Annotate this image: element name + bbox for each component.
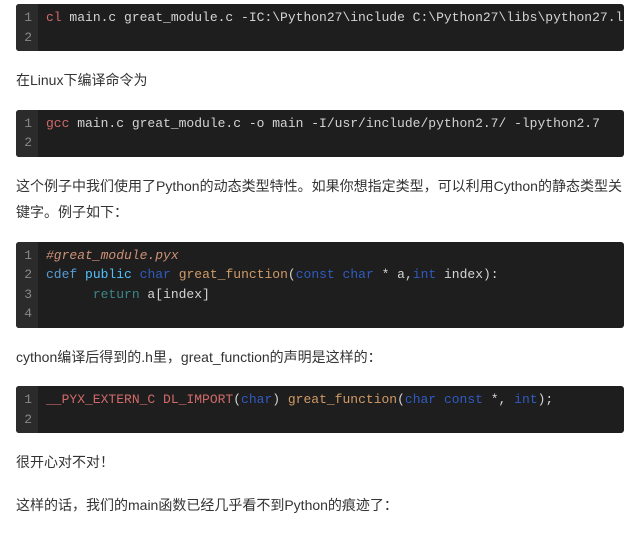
line-number: 2 [20,28,32,48]
comment-token: #great_module.pyx [46,248,179,263]
paragraph: 很开心对不对！ [16,449,624,476]
keyword-token: public [85,267,132,282]
gutter: 1234 [16,242,38,328]
args-token: main.c great_module.c -o main -I/usr/inc… [69,116,600,131]
code-block-gcc: 12 gcc main.c great_module.c -o main -I/… [16,110,624,157]
keyword-token: const [296,267,335,282]
code-content: #great_module.pyx cdef public char great… [38,242,624,328]
code-content: gcc main.c great_module.c -o main -I/usr… [38,110,624,157]
paragraph: cython编译后得到的.h里，great_function的声明是这样的： [16,344,624,371]
gutter: 12 [16,4,38,51]
type-token: char [140,267,171,282]
command-token: cl [46,10,62,25]
command-token: gcc [46,116,69,131]
code-block-cl: 12 cl main.c great_module.c -IC:\Python2… [16,4,624,51]
keyword-token: const [444,392,483,407]
line-number: 2 [20,133,32,153]
macro-token: __PYX_EXTERN_C DL_IMPORT [46,392,233,407]
keyword-token: cdef [46,267,77,282]
gutter: 12 [16,386,38,433]
func-token: great_function [179,267,288,282]
type-token: int [413,267,436,282]
gutter: 12 [16,110,38,157]
line-number: 4 [20,304,32,324]
line-number: 1 [20,390,32,410]
line-number: 2 [20,265,32,285]
line-number: 1 [20,8,32,28]
type-token: char [343,267,374,282]
code-block-header: 12 __PYX_EXTERN_C DL_IMPORT(char) great_… [16,386,624,433]
type-token: char [405,392,436,407]
line-number: 2 [20,410,32,430]
args-token: main.c great_module.c -IC:\Python27\incl… [62,10,624,25]
type-token: char [241,392,272,407]
type-token: int [514,392,537,407]
keyword-token: return [93,287,140,302]
code-content: cl main.c great_module.c -IC:\Python27\i… [38,4,624,51]
paragraph: 这个例子中我们使用了Python的动态类型特性。如果你想指定类型，可以利用Cyt… [16,173,624,226]
line-number: 3 [20,285,32,305]
code-content: __PYX_EXTERN_C DL_IMPORT(char) great_fun… [38,386,624,433]
code-block-cython: 1234 #great_module.pyx cdef public char … [16,242,624,328]
paragraph: 在Linux下编译命令为 [16,67,624,94]
line-number: 1 [20,114,32,134]
func-token: great_function [288,392,397,407]
line-number: 1 [20,246,32,266]
